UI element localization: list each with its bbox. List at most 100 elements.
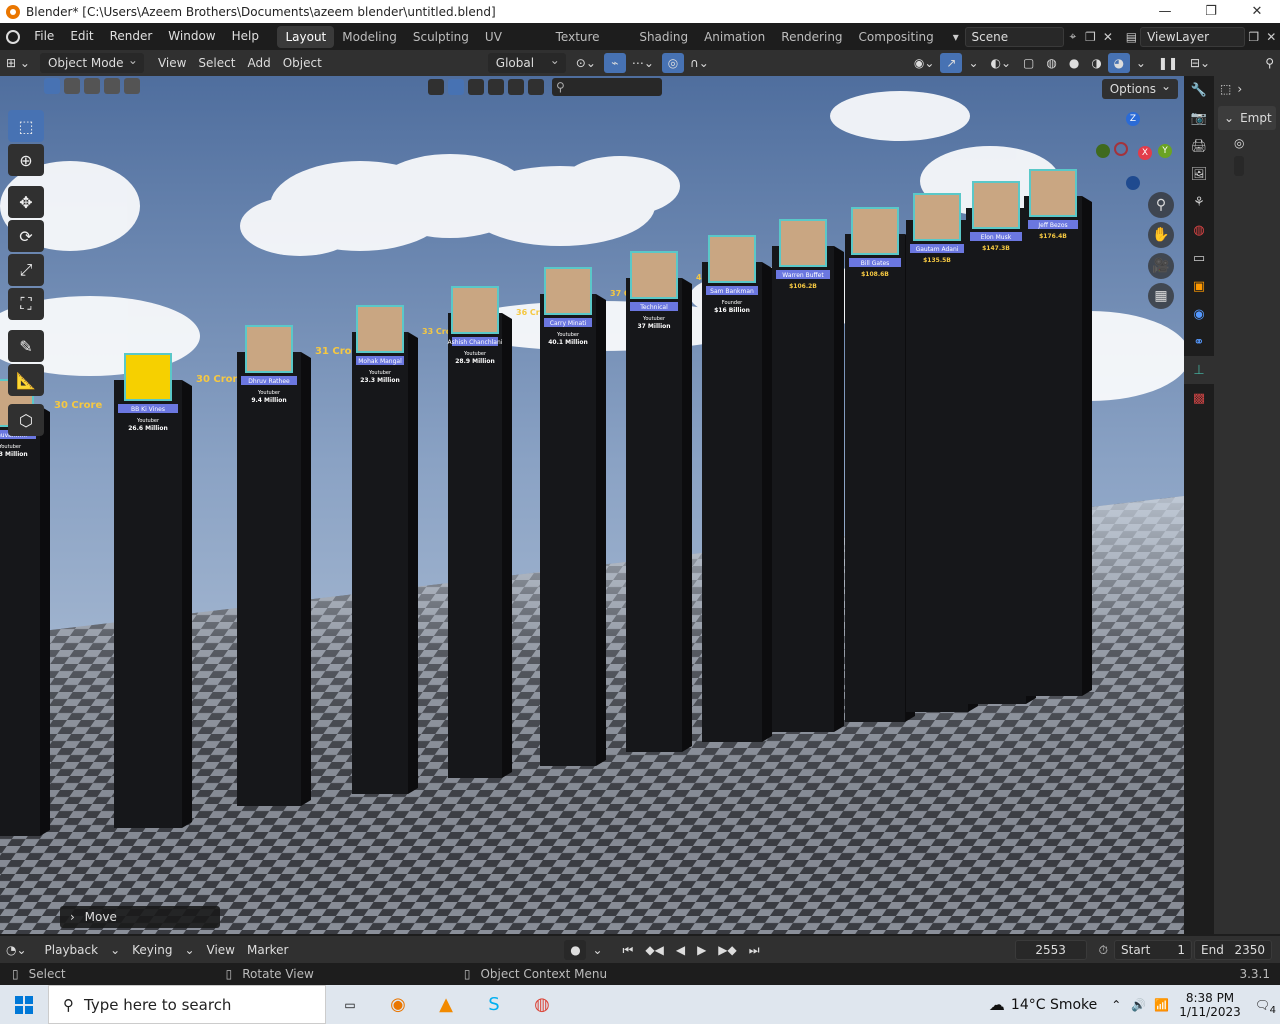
view-layer-remove-icon[interactable]: ✕ bbox=[1263, 27, 1280, 47]
tab-modeling[interactable]: Modeling bbox=[334, 26, 405, 48]
tab-texture-paint[interactable]: Texture Paint bbox=[548, 26, 632, 66]
ortho-grid-icon[interactable]: ▦ bbox=[1148, 283, 1174, 309]
view-layer-field[interactable]: ViewLayer bbox=[1140, 26, 1246, 47]
material-shading-icon[interactable]: ◑ bbox=[1085, 53, 1107, 73]
object-mode-dropdown[interactable]: Object Mode bbox=[39, 50, 144, 73]
scene-tab-icon[interactable]: ⚘ bbox=[1184, 188, 1214, 216]
pivot-icon[interactable]: ⊙⌄ bbox=[570, 53, 602, 73]
data-tab-icon[interactable]: ⊥ bbox=[1184, 356, 1214, 384]
clock[interactable]: 8:38 PM 1/11/2023 bbox=[1179, 991, 1241, 1019]
last-operator-panel[interactable]: › Move bbox=[60, 906, 220, 928]
solid-shading-icon[interactable]: ● bbox=[1063, 53, 1085, 73]
output-tab-icon[interactable]: 🖨 bbox=[1184, 132, 1214, 160]
camera-view-icon[interactable]: 🎥 bbox=[1148, 253, 1174, 279]
gizmo-dropdown-icon[interactable]: ⌄ bbox=[962, 53, 984, 73]
select-subtract-icon[interactable] bbox=[84, 78, 100, 94]
menu-file[interactable]: File bbox=[26, 23, 62, 50]
blender-menu-icon[interactable] bbox=[0, 23, 26, 50]
select-box-tool[interactable]: ⬚ bbox=[8, 110, 44, 142]
overlays-icon[interactable]: ◐⌄ bbox=[985, 53, 1018, 73]
chevron-down-icon[interactable]: ⌄ bbox=[1224, 111, 1234, 125]
current-frame-field[interactable]: 2553 bbox=[1014, 939, 1087, 960]
view-layer-icon[interactable]: ▤ bbox=[1123, 27, 1140, 47]
snap-icon[interactable]: ⌁ bbox=[603, 53, 626, 73]
gizmo-neg-x[interactable] bbox=[1114, 142, 1128, 156]
world-filter-icon[interactable] bbox=[508, 79, 524, 95]
menu-add[interactable]: Add bbox=[241, 53, 276, 73]
3d-viewport[interactable]: Bhuvanm...Youtuber1.3 Million30 CroreBB … bbox=[0, 76, 1184, 934]
constraints-tab-icon[interactable]: ⚭ bbox=[1184, 328, 1214, 356]
world-tab-icon[interactable]: ◍ bbox=[1184, 216, 1214, 244]
weather-text[interactable]: 14°C Smoke bbox=[1011, 997, 1097, 1013]
properties-search-icon[interactable]: ⚲ bbox=[1265, 56, 1274, 70]
properties-editor-type-icon[interactable]: ⊟⌄ bbox=[1190, 56, 1210, 70]
gizmo-neg-z[interactable] bbox=[1126, 176, 1140, 190]
snap-target-icon[interactable]: ⋯⌄ bbox=[626, 53, 660, 73]
scene-remove-icon[interactable]: ✕ bbox=[1099, 27, 1116, 47]
empty-size-field[interactable] bbox=[1234, 156, 1244, 176]
jump-start-icon[interactable]: ⏮ bbox=[617, 940, 640, 960]
light-filter-icon[interactable] bbox=[488, 79, 504, 95]
menu-select[interactable]: Select bbox=[192, 53, 241, 73]
annotate-tool[interactable]: ✎ bbox=[8, 330, 44, 362]
view-layer-new-icon[interactable]: ❐ bbox=[1245, 27, 1262, 47]
prev-keyframe-icon[interactable]: ◆◀ bbox=[639, 940, 669, 960]
cube-filter-icon[interactable] bbox=[448, 79, 464, 95]
menu-keying[interactable]: Keying bbox=[126, 940, 178, 960]
network-icon[interactable]: 📶 bbox=[1154, 998, 1169, 1012]
vlc-taskbar-icon[interactable]: ▲ bbox=[422, 985, 470, 1024]
falloff-icon[interactable]: ∩⌄ bbox=[684, 53, 715, 73]
gizmo-toggle-icon[interactable]: ↗ bbox=[940, 53, 963, 73]
notification-icon[interactable]: 🗨 4 bbox=[1255, 998, 1276, 1016]
tab-compositing[interactable]: Compositing bbox=[851, 26, 942, 48]
gizmo-z-axis[interactable]: Z bbox=[1126, 112, 1140, 126]
weather-icon[interactable]: ☁ bbox=[989, 995, 1005, 1014]
scale-tool[interactable]: ⤢ bbox=[8, 254, 44, 286]
camera-filter-icon[interactable] bbox=[528, 79, 544, 95]
select-extend-icon[interactable] bbox=[64, 78, 80, 94]
menu-timeline-view[interactable]: View bbox=[201, 940, 241, 960]
end-frame-field[interactable]: End 2350 bbox=[1194, 939, 1272, 960]
task-view-icon[interactable]: ▭ bbox=[326, 985, 374, 1024]
options-dropdown[interactable]: Options bbox=[1101, 76, 1178, 99]
scene-new-icon[interactable]: ❐ bbox=[1082, 27, 1099, 47]
jump-end-icon[interactable]: ⏭ bbox=[743, 940, 766, 960]
mesh-filter-icon[interactable] bbox=[428, 79, 444, 95]
proportional-edit-icon[interactable]: ◎ bbox=[661, 53, 684, 73]
tab-shading[interactable]: Shading bbox=[631, 26, 696, 48]
taskbar-search-input[interactable]: ⚲ Type here to search bbox=[48, 985, 326, 1024]
tab-layout[interactable]: Layout bbox=[277, 25, 335, 48]
scene-field[interactable]: Scene bbox=[964, 26, 1065, 47]
blender-taskbar-icon[interactable]: ◉ bbox=[374, 985, 422, 1024]
volume-icon[interactable]: 🔊 bbox=[1131, 998, 1146, 1012]
pillar[interactable]: Bill Gates $108.6B bbox=[845, 207, 915, 722]
select-invert-icon[interactable] bbox=[104, 78, 120, 94]
play-reverse-icon[interactable]: ◀ bbox=[670, 940, 691, 960]
transform-tool[interactable]: ⛶ bbox=[8, 288, 44, 320]
shading-dropdown-icon[interactable]: ⌄ bbox=[1130, 53, 1152, 73]
timeline-editor-icon[interactable]: ◔⌄ bbox=[0, 940, 33, 960]
select-intersect-icon[interactable] bbox=[124, 78, 140, 94]
xray-icon[interactable]: ▢ bbox=[1017, 53, 1040, 73]
chrome-taskbar-icon[interactable]: ◍ bbox=[518, 985, 566, 1024]
pause-render-icon[interactable]: ❚❚ bbox=[1152, 53, 1184, 73]
minimize-button[interactable]: — bbox=[1142, 0, 1188, 23]
zoom-icon[interactable]: ⚲ bbox=[1148, 192, 1174, 218]
menu-object[interactable]: Object bbox=[277, 53, 328, 73]
pillar[interactable]: Jeff Bezos $176.4B bbox=[1024, 169, 1092, 696]
menu-edit[interactable]: Edit bbox=[62, 23, 101, 50]
wireframe-shading-icon[interactable]: ◍ bbox=[1040, 53, 1062, 73]
sphere-filter-icon[interactable] bbox=[468, 79, 484, 95]
render-tab-icon[interactable]: 📷 bbox=[1184, 104, 1214, 132]
cursor-tool[interactable]: ⊕ bbox=[8, 144, 44, 176]
rotate-tool[interactable]: ⟳ bbox=[8, 220, 44, 252]
measure-tool[interactable]: 📐 bbox=[8, 364, 44, 396]
preview-range-icon[interactable]: ⏱ bbox=[1093, 940, 1114, 960]
viewport-search-input[interactable]: ⚲ bbox=[552, 78, 662, 96]
scene-selector-icon[interactable]: ▾ bbox=[947, 27, 964, 47]
gizmo-neg-y[interactable] bbox=[1096, 144, 1110, 158]
menu-help[interactable]: Help bbox=[224, 23, 267, 50]
keying-set-dropdown-icon[interactable]: ⌄ bbox=[586, 940, 608, 960]
move-tool[interactable]: ✥ bbox=[8, 186, 44, 218]
select-new-icon[interactable] bbox=[44, 78, 60, 94]
